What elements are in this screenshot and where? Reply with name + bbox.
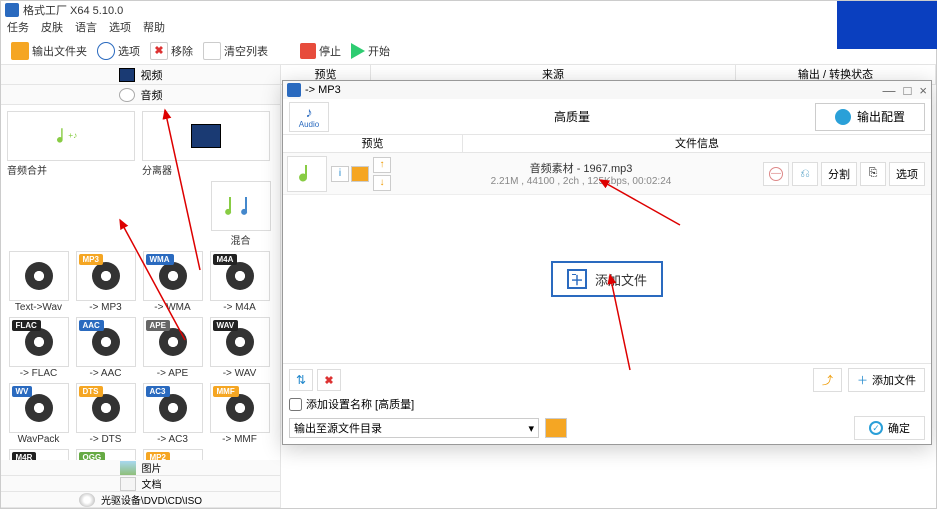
menu-lang[interactable]: 语言 <box>75 19 97 37</box>
row-options-button[interactable]: 选项 <box>889 162 925 186</box>
grid-APE[interactable]: APE-> APE <box>141 317 204 379</box>
append-name-checkbox[interactable] <box>289 398 302 411</box>
file-name: 音频素材 - 1967.mp3 <box>399 160 763 176</box>
remove-file-button[interactable]: — <box>763 162 789 186</box>
grid-TextWav[interactable]: Text->Wav <box>7 251 70 313</box>
grid-AC3[interactable]: AC3-> AC3 <box>141 383 204 445</box>
delete-button[interactable]: ✖移除 <box>146 40 197 62</box>
add-file-button[interactable]: ＋添加文件 <box>848 368 925 392</box>
move-down-button[interactable]: ↓ <box>373 175 391 191</box>
ok-button[interactable]: ✓确定 <box>854 416 925 440</box>
decorative-strip <box>837 1 937 49</box>
category-video[interactable]: 视频 <box>1 65 280 85</box>
grid-WMA[interactable]: WMA-> WMA <box>141 251 204 313</box>
menu-bar: 任务 皮肤 语言 选项 帮助 <box>1 19 936 37</box>
output-config-button[interactable]: 输出配置 <box>815 103 925 131</box>
svg-text:+♪: +♪ <box>68 130 77 140</box>
dialog-close[interactable]: × <box>919 83 927 98</box>
audio-badge: ♪Audio <box>289 102 329 132</box>
file-meta: 2.21M , 44100 , 2ch , 125Kbps, 00:02:24 <box>399 176 763 187</box>
grid-OGG[interactable]: OGG-> OGG <box>74 449 137 460</box>
out-folder-button[interactable]: 输出文件夹 <box>7 40 91 62</box>
audio-icon <box>119 88 135 102</box>
gear-icon <box>835 109 851 125</box>
trim-button[interactable]: ⎌ <box>792 162 818 186</box>
picture-icon <box>120 461 136 475</box>
grid-M4R[interactable]: M4R-> M4R <box>7 449 70 460</box>
grid-WavPack[interactable]: WVWavPack <box>7 383 70 445</box>
browse-folder-button[interactable] <box>545 418 567 438</box>
row-settings-button[interactable]: ⎘ <box>860 162 886 186</box>
grid-M4A[interactable]: M4A-> M4A <box>208 251 271 313</box>
menu-skin[interactable]: 皮肤 <box>41 19 63 37</box>
document-icon <box>120 477 136 491</box>
col-preview[interactable]: 预览 <box>283 135 463 152</box>
delete-icon: ✖ <box>150 42 168 60</box>
plus-icon: ＋ <box>567 269 587 289</box>
sort-button[interactable]: ⇅ <box>289 369 313 391</box>
open-folder-button[interactable] <box>351 166 369 182</box>
dialog-title: -> MP3 <box>305 84 341 96</box>
grid-MP2[interactable]: MP2-> MP2 <box>141 449 204 460</box>
audio-grid: +♪ 音频合并 分离器 混合 Text->WavMP3-> MP3WMA- <box>1 105 280 460</box>
folder-icon <box>11 42 29 60</box>
dialog-footer: ⇅ ✖ ⤴ ＋添加文件 添加设置名称 [高质量] 输出至源文件目录▾ ✓确定 <box>283 363 931 444</box>
append-name-label: 添加设置名称 [高质量] <box>306 396 414 412</box>
clear-button[interactable]: 清空列表 <box>199 40 272 62</box>
file-row[interactable]: i ↑ ↓ 音频素材 - 1967.mp3 2.21M , 44100 , 2c… <box>283 153 931 195</box>
mp3-dialog: -> MP3 — □ × ♪Audio 高质量 输出配置 预览 文件信息 i ↑… <box>282 80 932 445</box>
grid-mix[interactable]: 混合 <box>209 181 272 247</box>
split-button[interactable]: 分割 <box>821 162 857 186</box>
dialog-list-header: 预览 文件信息 <box>283 135 931 153</box>
app-icon <box>5 3 19 17</box>
options-button[interactable]: 选项 <box>93 40 144 62</box>
grid-WAV[interactable]: WAV-> WAV <box>208 317 271 379</box>
category-audio[interactable]: 音频 <box>1 85 280 105</box>
category-picture[interactable]: 图片 <box>1 460 280 476</box>
category-document[interactable]: 文档 <box>1 476 280 492</box>
left-sidebar: 视频 音频 +♪ 音频合并 分离器 混 <box>1 65 281 508</box>
info-button[interactable]: i <box>331 166 349 182</box>
grid-MP3[interactable]: MP3-> MP3 <box>74 251 137 313</box>
remove-all-button[interactable]: ✖ <box>317 369 341 391</box>
grid-MMF[interactable]: MMF-> MMF <box>208 383 271 445</box>
dialog-minimize[interactable]: — <box>883 83 896 98</box>
clear-icon <box>203 42 221 60</box>
move-up-button[interactable]: ↑ <box>373 157 391 173</box>
grid-AAC[interactable]: AAC-> AAC <box>74 317 137 379</box>
dialog-maximize[interactable]: □ <box>904 83 912 98</box>
stop-icon <box>300 43 316 59</box>
dialog-titlebar: -> MP3 — □ × <box>283 81 931 99</box>
start-button[interactable]: 开始 <box>347 41 394 61</box>
grid-separator[interactable]: 分离器 <box>142 111 273 177</box>
menu-help[interactable]: 帮助 <box>143 19 165 37</box>
col-fileinfo[interactable]: 文件信息 <box>463 135 931 152</box>
quality-label: 高质量 <box>335 108 809 125</box>
stop-button[interactable]: 停止 <box>296 41 345 61</box>
output-dir-select[interactable]: 输出至源文件目录▾ <box>289 418 539 438</box>
grid-audio-merge[interactable]: +♪ 音频合并 <box>7 111 138 177</box>
grid-DTS[interactable]: DTS-> DTS <box>74 383 137 445</box>
play-icon <box>351 43 365 59</box>
file-thumb <box>287 156 327 192</box>
disc-icon <box>79 493 95 507</box>
options-icon <box>97 42 115 60</box>
dialog-body: ＋ 添加文件 <box>283 195 931 363</box>
export-button[interactable]: ⤴ <box>813 368 842 392</box>
menu-options[interactable]: 选项 <box>109 19 131 37</box>
app-title: 格式工厂 X64 5.10.0 <box>23 2 123 18</box>
add-file-dropzone[interactable]: ＋ 添加文件 <box>551 261 663 297</box>
dialog-toolbar: ♪Audio 高质量 输出配置 <box>283 99 931 135</box>
main-toolbar: 输出文件夹 选项 ✖移除 清空列表 停止 开始 <box>1 37 936 65</box>
video-icon <box>119 68 135 82</box>
menu-task[interactable]: 任务 <box>7 19 29 37</box>
category-disc[interactable]: 光驱设备\DVD\CD\ISO <box>1 492 280 508</box>
main-titlebar: 格式工厂 X64 5.10.0 — □ × <box>1 1 936 19</box>
dialog-icon <box>287 83 301 97</box>
grid-FLAC[interactable]: FLAC-> FLAC <box>7 317 70 379</box>
